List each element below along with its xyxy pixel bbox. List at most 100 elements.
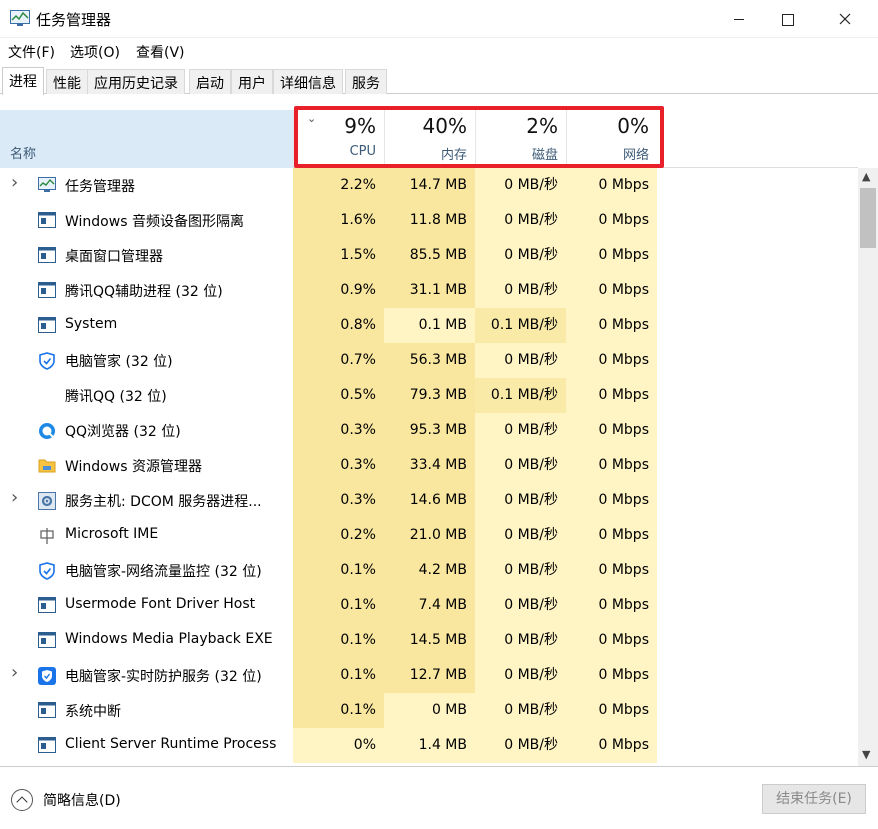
chevron-up-circle-icon[interactable]: [11, 789, 33, 811]
app-window-icon: [38, 317, 56, 333]
process-row[interactable]: Windows 音频设备图形隔离 1.6% 11.8 MB 0 MB/秒 0 Mbps: [0, 203, 858, 238]
process-row[interactable]: Windows Media Playback EXE 0.1% 14.5 MB 0 M…: [0, 623, 858, 658]
process-row[interactable]: 腾讯QQ辅助进程 (32 位) 0.9% 31.1 MB 0 MB/秒 0 Mbps: [0, 273, 858, 308]
scroll-down-icon[interactable]: ▼: [862, 748, 870, 761]
shield-icon: [38, 562, 56, 580]
tab-users[interactable]: 用户: [231, 69, 273, 94]
title-bar: 任务管理器: [0, 0, 878, 38]
app-window-icon: [38, 282, 56, 298]
close-button[interactable]: [822, 0, 868, 38]
memory-cell: 31.1 MB: [384, 273, 475, 308]
cpu-cell: 0.1%: [293, 658, 384, 693]
minimize-button[interactable]: [716, 0, 762, 38]
ime-icon: [38, 527, 56, 544]
memory-cell: 7.4 MB: [384, 588, 475, 623]
process-name: 系统中断: [65, 704, 121, 720]
memory-cell: 1.4 MB: [384, 728, 475, 763]
process-name: 电脑管家-实时防护服务 (32 位): [65, 669, 262, 685]
browser-icon: [38, 422, 56, 439]
process-name: Windows Media Playback EXE: [65, 631, 273, 647]
disk-cell: 0 MB/秒: [475, 553, 566, 588]
cpu-cell: 1.6%: [293, 203, 384, 238]
process-row[interactable]: System 0.8% 0.1 MB 0.1 MB/秒 0 Mbps: [0, 308, 858, 343]
process-row[interactable]: 腾讯QQ (32 位) 0.5% 79.3 MB 0.1 MB/秒 0 Mbps: [0, 378, 858, 413]
disk-cell: 0 MB/秒: [475, 238, 566, 273]
app-window-icon: [38, 632, 56, 648]
network-cell: 0 Mbps: [566, 518, 657, 553]
network-cell: 0 Mbps: [566, 343, 657, 378]
annotation-highlight-box: [294, 106, 664, 168]
network-cell: 0 Mbps: [566, 448, 657, 483]
tab-app-history[interactable]: 应用历史记录: [87, 69, 185, 94]
scroll-thumb[interactable]: [860, 188, 876, 248]
disk-cell: 0 MB/秒: [475, 203, 566, 238]
memory-cell: 95.3 MB: [384, 413, 475, 448]
tab-performance[interactable]: 性能: [46, 69, 88, 94]
process-row[interactable]: QQ浏览器 (32 位) 0.3% 95.3 MB 0 MB/秒 0 Mbps: [0, 413, 858, 448]
process-name: Microsoft IME: [65, 526, 159, 542]
menu-bar: 文件(F) 选项(O) 查看(V): [0, 38, 878, 64]
memory-cell: 12.7 MB: [384, 658, 475, 693]
fewer-details-link[interactable]: 简略信息(D): [43, 790, 121, 810]
cpu-cell: 0.3%: [293, 413, 384, 448]
expand-chevron-icon[interactable]: ›: [11, 487, 21, 508]
network-cell: 0 Mbps: [566, 553, 657, 588]
process-row[interactable]: 系统中断 0.1% 0 MB 0 MB/秒 0 Mbps: [0, 693, 858, 728]
process-row[interactable]: 桌面窗口管理器 1.5% 85.5 MB 0 MB/秒 0 Mbps: [0, 238, 858, 273]
vertical-scrollbar[interactable]: ▲ ▼: [858, 168, 878, 766]
process-name: 电脑管家 (32 位): [65, 354, 173, 370]
disk-cell: 0 MB/秒: [475, 168, 566, 203]
process-row[interactable]: 电脑管家-网络流量监控 (32 位) 0.1% 4.2 MB 0 MB/秒 0 Mbps: [0, 553, 858, 588]
process-row[interactable]: Microsoft IME 0.2% 21.0 MB 0 MB/秒 0 Mbps: [0, 518, 858, 553]
cpu-cell: 0.2%: [293, 518, 384, 553]
tab-startup[interactable]: 启动: [189, 69, 231, 94]
app-window-icon: [38, 597, 56, 613]
process-row[interactable]: › 服务主机: DCOM 服务器进程... 0.3% 14.6 MB 0 MB/秒 0 M…: [0, 483, 858, 518]
expand-chevron-icon[interactable]: ›: [11, 172, 21, 193]
process-name: 桌面窗口管理器: [65, 249, 163, 265]
name-column-label: 名称: [10, 147, 37, 162]
app-window-icon: [38, 247, 56, 263]
expand-chevron-icon[interactable]: ›: [11, 662, 21, 683]
disk-cell: 0 MB/秒: [475, 588, 566, 623]
network-cell: 0 Mbps: [566, 588, 657, 623]
cpu-cell: 2.2%: [293, 168, 384, 203]
process-row[interactable]: Windows 资源管理器 0.3% 33.4 MB 0 MB/秒 0 Mbps: [0, 448, 858, 483]
disk-cell: 0 MB/秒: [475, 448, 566, 483]
tab-processes[interactable]: 进程: [2, 67, 44, 95]
disk-cell: 0 MB/秒: [475, 483, 566, 518]
cpu-cell: 0.1%: [293, 693, 384, 728]
tab-services[interactable]: 服务: [345, 69, 387, 94]
disk-cell: 0.1 MB/秒: [475, 308, 566, 343]
process-name: System: [65, 316, 118, 332]
memory-cell: 0.1 MB: [384, 308, 475, 343]
process-name: 任务管理器: [65, 179, 135, 195]
menu-options[interactable]: 选项(O): [70, 42, 120, 62]
process-row[interactable]: › 任务管理器 2.2% 14.7 MB 0 MB/秒 0 Mbps: [0, 168, 858, 203]
process-list: › 任务管理器 2.2% 14.7 MB 0 MB/秒 0 Mbps Windows 音频设…: [0, 168, 858, 766]
process-name: QQ浏览器 (32 位): [65, 424, 181, 440]
task-manager-icon: [38, 177, 56, 193]
process-row[interactable]: › 电脑管家-实时防护服务 (32 位) 0.1% 12.7 MB 0 MB/秒 0 Mb…: [0, 658, 858, 693]
gear-icon: [38, 492, 56, 510]
disk-cell: 0 MB/秒: [475, 343, 566, 378]
memory-cell: 21.0 MB: [384, 518, 475, 553]
memory-cell: 14.7 MB: [384, 168, 475, 203]
tab-details[interactable]: 详细信息: [273, 69, 343, 94]
process-name: 腾讯QQ (32 位): [65, 389, 167, 405]
process-row[interactable]: 电脑管家 (32 位) 0.7% 56.3 MB 0 MB/秒 0 Mbps: [0, 343, 858, 378]
menu-file[interactable]: 文件(F): [8, 42, 55, 62]
process-name: 电脑管家-网络流量监控 (32 位): [65, 564, 262, 580]
process-name: 服务主机: DCOM 服务器进程...: [65, 494, 262, 510]
process-name: Windows 资源管理器: [65, 459, 202, 475]
memory-cell: 14.6 MB: [384, 483, 475, 518]
scroll-up-icon[interactable]: ▲: [862, 170, 870, 183]
end-task-button[interactable]: 结束任务(E): [762, 784, 866, 814]
maximize-button[interactable]: [764, 0, 810, 38]
process-row[interactable]: Client Server Runtime Process 0% 1.4 MB 0 M…: [0, 728, 858, 763]
cpu-cell: 0.3%: [293, 448, 384, 483]
menu-view[interactable]: 查看(V): [136, 42, 185, 62]
network-cell: 0 Mbps: [566, 308, 657, 343]
process-row[interactable]: Usermode Font Driver Host 0.1% 7.4 MB 0 MB/…: [0, 588, 858, 623]
name-column-header[interactable]: 名称: [0, 110, 293, 168]
